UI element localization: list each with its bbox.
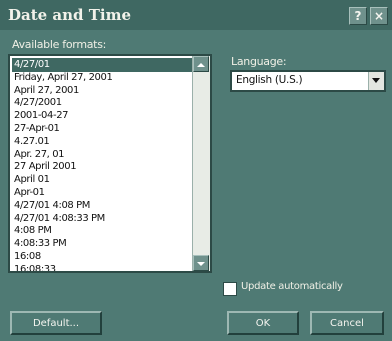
scroll-up-button[interactable] <box>193 56 209 72</box>
help-button[interactable]: ? <box>349 7 367 25</box>
language-dropdown-button[interactable] <box>368 72 384 90</box>
cancel-button-label: Cancel <box>330 318 364 329</box>
vertical-scrollbar[interactable] <box>192 56 210 271</box>
update-automatically-checkbox[interactable] <box>223 282 237 296</box>
list-item[interactable]: 4:08 PM <box>12 224 192 238</box>
list-item[interactable]: Friday, April 27, 2001 <box>12 71 192 85</box>
list-item[interactable]: 4.27.01 <box>12 135 192 149</box>
scroll-up-icon <box>197 63 205 67</box>
list-item[interactable]: Apr-01 <box>12 186 192 200</box>
close-icon: × <box>373 9 385 23</box>
formats-listbox[interactable]: 4/27/01 Friday, April 27, 2001 April 27, 2… <box>8 54 212 273</box>
list-item[interactable]: 16:08 <box>12 250 192 264</box>
list-item[interactable]: April 27, 2001 <box>12 84 192 98</box>
scroll-down-icon <box>197 262 205 266</box>
language-label: Language: <box>231 55 287 68</box>
dialog-title: Date and Time <box>8 6 132 24</box>
language-select[interactable]: English (U.S.) <box>230 70 386 92</box>
language-value: English (U.S.) <box>236 74 303 86</box>
list-item[interactable]: Apr. 27, 01 <box>12 148 192 162</box>
list-item[interactable]: 16:08:33 <box>12 263 192 271</box>
ok-button[interactable]: OK <box>227 311 299 335</box>
list-item[interactable]: 27-Apr-01 <box>12 122 192 136</box>
title-bar: Date and Time ? × <box>0 0 392 30</box>
list-item[interactable]: April 01 <box>12 173 192 187</box>
list-item[interactable]: 4/27/01 4:08:33 PM <box>12 212 192 226</box>
ok-button-label: OK <box>255 318 271 329</box>
chevron-down-icon <box>372 78 380 83</box>
list-item[interactable]: 27 April 2001 <box>12 160 192 174</box>
list-item[interactable]: 4/27/2001 <box>12 96 192 110</box>
default-button-label: Default... <box>32 318 80 329</box>
date-time-dialog: Date and Time ? × Available formats: 4/2… <box>0 0 392 341</box>
list-item[interactable]: 4/27/01 <box>12 58 192 72</box>
close-button[interactable]: × <box>370 7 388 25</box>
help-icon: ? <box>354 9 362 23</box>
list-item[interactable]: 4/27/01 4:08 PM <box>12 199 192 213</box>
update-automatically-label[interactable]: Update automatically <box>241 281 343 292</box>
default-button[interactable]: Default... <box>10 311 102 335</box>
list-item[interactable]: 4:08:33 PM <box>12 237 192 251</box>
cancel-button[interactable]: Cancel <box>310 311 384 335</box>
formats-label: Available formats: <box>12 38 107 51</box>
list-item[interactable]: 2001-04-27 <box>12 109 192 123</box>
scroll-down-button[interactable] <box>193 255 209 271</box>
